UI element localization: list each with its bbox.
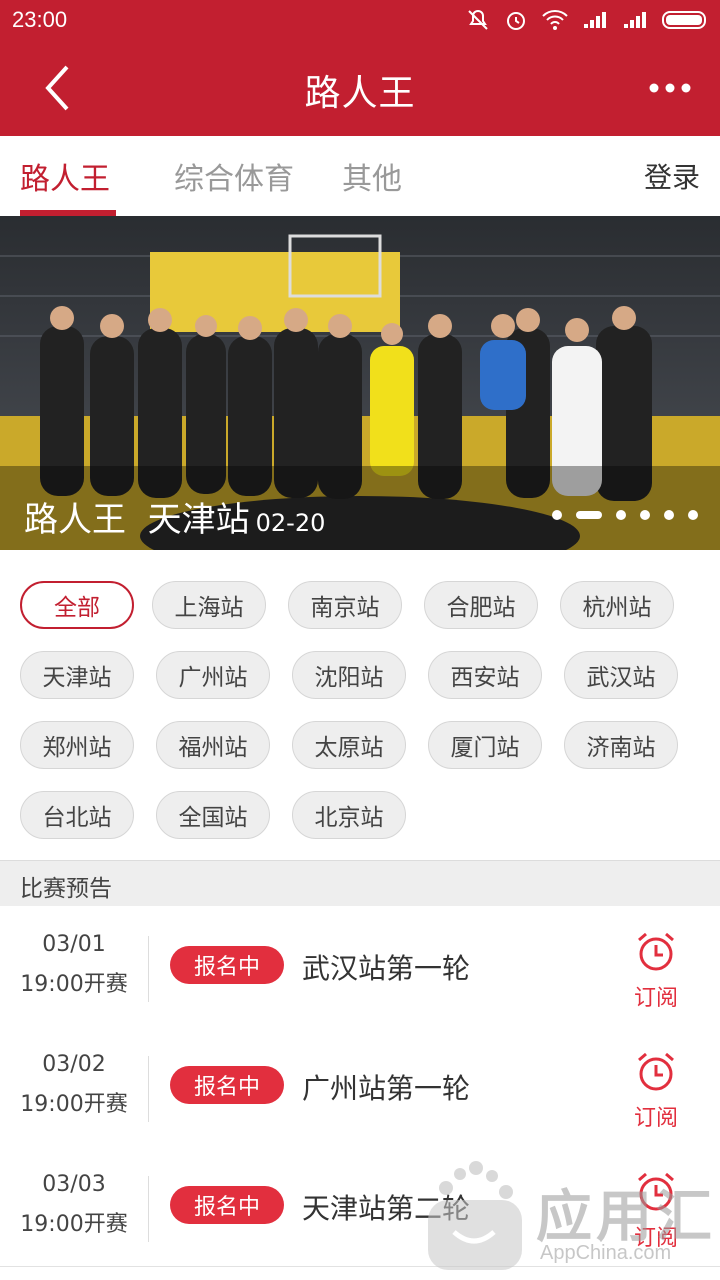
subscribe-label: 订阅 [633,1106,678,1131]
banner-title: 路人王 天津站 [24,500,250,540]
section-title: 比赛预告 [20,876,112,902]
alarm-icon [507,12,525,30]
watermark-url: AppChina.com [540,1242,672,1264]
filter-chip[interactable]: 天津站 [20,651,134,699]
tab-lurenwang[interactable]: 路人王 [20,154,110,198]
wifi-icon [542,10,568,30]
tab-other[interactable]: 其他 [342,154,402,198]
match-date: 03/03 [42,1172,106,1197]
app-bar: 路人王 [0,40,720,136]
battery-icon [662,11,706,29]
filter-chip[interactable]: 全国站 [156,791,270,839]
alarm-clock-icon [638,1052,674,1091]
banner-date: 02-20 [255,509,326,537]
more-dots-icon [649,83,691,93]
carousel-dot[interactable] [552,510,562,520]
match-name: 武汉站第一轮 [302,952,471,985]
filter-chip[interactable]: 郑州站 [20,721,134,769]
match-row[interactable]: 03/01 19:00开赛 报名中 武汉站第一轮 订阅 [0,906,720,1027]
status-badge: 报名中 [170,1066,284,1104]
carousel-dot[interactable] [616,510,626,520]
match-time: 19:00开赛 [20,1092,128,1117]
carousel-dot[interactable] [664,510,674,520]
more-button[interactable] [646,68,694,108]
filter-chip[interactable]: 南京站 [288,581,402,629]
filter-chip[interactable]: 沈阳站 [292,651,406,699]
divider [148,1176,149,1242]
filter-chip[interactable]: 太原站 [292,721,406,769]
subscribe-button[interactable]: 订阅 [628,930,684,1011]
filter-chip[interactable]: 厦门站 [428,721,542,769]
carousel-indicator [552,510,698,520]
login-button[interactable]: 登录 [644,156,700,196]
filter-chip[interactable]: 杭州站 [560,581,674,629]
station-filter-grid: 全部 上海站 南京站 合肥站 杭州站 天津站 广州站 沈阳站 西安站 武汉站 郑… [0,550,720,860]
signal-icon-2 [624,12,646,28]
filter-chip[interactable]: 福州站 [156,721,270,769]
filter-chip-all[interactable]: 全部 [20,581,134,629]
watermark-brand: 应用汇 [536,1185,716,1250]
signal-icon [584,12,606,28]
carousel-dot[interactable] [640,510,650,520]
page-title: 路人王 [304,73,416,114]
match-row[interactable]: 03/02 19:00开赛 报名中 广州站第一轮 订阅 [0,1026,720,1147]
match-name: 广州站第一轮 [302,1072,471,1105]
filter-chip[interactable]: 上海站 [152,581,266,629]
match-date: 03/01 [42,932,106,957]
filter-chip[interactable]: 广州站 [156,651,270,699]
subscribe-button[interactable]: 订阅 [628,1050,684,1131]
watermark: 应用汇 AppChina.com [420,1150,720,1280]
carousel-dot[interactable] [688,510,698,520]
filter-chip[interactable]: 武汉站 [564,651,678,699]
banner-carousel[interactable]: 路人王 天津站 02-20 [0,216,720,550]
filter-chip[interactable]: 台北站 [20,791,134,839]
filter-chip[interactable]: 合肥站 [424,581,538,629]
filter-chip[interactable]: 西安站 [428,651,542,699]
tab-bar: 路人王 综合体育 其他 登录 [0,136,720,216]
banner-caption: 路人王 天津站 02-20 [24,492,325,541]
alarm-clock-icon [638,932,674,971]
carousel-dot-active[interactable] [576,511,602,519]
subscribe-label: 订阅 [633,986,678,1011]
filter-chip[interactable]: 北京站 [292,791,406,839]
status-badge: 报名中 [170,946,284,984]
tab-sports[interactable]: 综合体育 [174,154,294,198]
status-badge: 报名中 [170,1186,284,1224]
match-time: 19:00开赛 [20,1212,128,1237]
filter-chip[interactable]: 济南站 [564,721,678,769]
match-date: 03/02 [42,1052,106,1077]
section-header: 比赛预告 [0,860,720,907]
status-time: 23:00 [12,7,68,32]
divider [148,1056,149,1122]
mute-notification-icon [468,9,488,30]
status-bar: 23:00 [0,0,720,40]
match-time: 19:00开赛 [20,972,128,997]
status-icons [466,8,710,32]
watermark-logo-icon [428,1161,522,1270]
divider [148,936,149,1002]
